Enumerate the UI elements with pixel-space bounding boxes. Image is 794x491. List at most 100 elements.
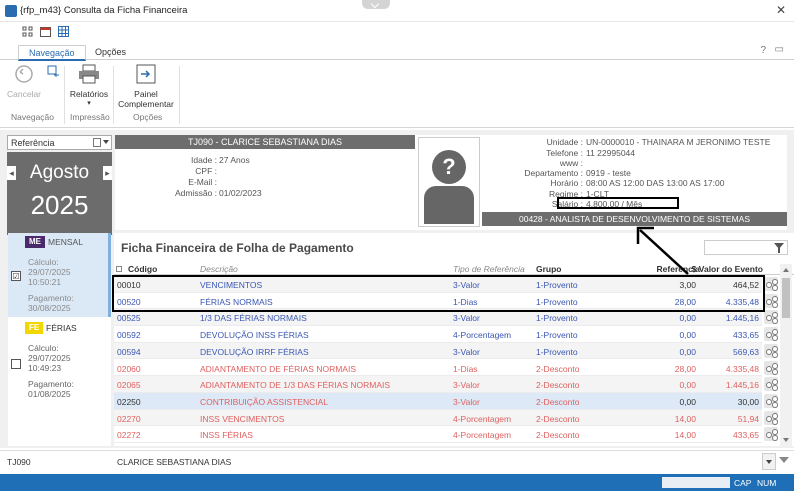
cell-tipo: 1-Dias	[453, 363, 478, 374]
window-title: {rfp_m43} Consulta da Ficha Financeira	[20, 5, 188, 16]
cell-valor: 569,63	[733, 346, 759, 357]
select-all-icon[interactable]	[116, 266, 122, 272]
reports-dropdown-arrow: ▾	[87, 100, 91, 107]
employee-photo: ?	[418, 137, 480, 227]
unidade-value: UN-0000010 - THAINARA M JERONIMO TESTE	[586, 137, 771, 147]
header-descricao[interactable]: Descrição	[200, 264, 238, 274]
cell-valor: 1.445,16	[725, 313, 759, 324]
vertical-scrollbar[interactable]	[780, 264, 792, 446]
cell-codigo: 02060	[117, 363, 141, 374]
collapse-ribbon-icon[interactable]: ▭	[775, 44, 784, 55]
share-icon[interactable]	[764, 310, 778, 325]
cell-grupo: 2-Desconto	[536, 380, 580, 391]
share-icon[interactable]	[764, 393, 778, 408]
main-content: Referência Agosto 2025 ◂ ▸ TJ090 - CLARI…	[0, 130, 794, 448]
cell-codigo: 00525	[117, 313, 141, 324]
cell-tipo: 1-Dias	[453, 296, 478, 307]
folha-ferias[interactable]: FE FÉRIAS Cálculo: 29/07/2025 10:49:23 P…	[8, 319, 111, 401]
grid-icon[interactable]	[58, 26, 69, 37]
share-icon[interactable]	[764, 410, 778, 425]
cell-grupo: 2-Desconto	[536, 396, 580, 407]
reference-select[interactable]: Referência	[7, 135, 112, 150]
cell-tipo: 4-Porcentagem	[453, 430, 512, 441]
tab-opcoes[interactable]: Opções	[85, 45, 136, 61]
folha-ferias-checkbox[interactable]	[11, 359, 21, 369]
table-row[interactable]: 02272 INSS FÉRIAS 4-Porcentagem 2-Desconto 1…	[114, 426, 778, 443]
add-icon[interactable]	[47, 65, 59, 77]
table-row[interactable]: 00525 1/3 DAS FÉRIAS NORMAIS 3-Valor 1-Prov…	[114, 309, 778, 327]
reference-year: 2025	[30, 190, 89, 220]
header-grupo[interactable]: Grupo	[536, 264, 562, 274]
cell-descricao: ADIANTAMENTO DE 1/3 DAS FÉRIAS NORMAIS	[200, 380, 391, 391]
cell-grupo: 2-Desconto	[536, 430, 580, 441]
table-row[interactable]: 02250 CONTRIBUIÇÃO ASSISTENCIAL 3-Valor 2-D…	[114, 392, 778, 410]
next-month-button[interactable]: ▸	[103, 166, 112, 180]
cell-referencia: 0,00	[679, 313, 696, 324]
cell-referencia: 28,00	[674, 363, 696, 374]
header-tipo[interactable]: Tipo de Referência	[453, 264, 525, 274]
scroll-down-icon[interactable]	[783, 438, 789, 442]
title-bar: {rfp_m43} Consulta da Ficha Financeira ✕	[0, 0, 794, 22]
help-icon[interactable]: ?	[760, 45, 766, 56]
folha-mensal[interactable]: ☑ ME MENSAL Cálculo: 29/07/2025 10:50:21…	[8, 233, 111, 317]
share-icon[interactable]	[764, 377, 778, 392]
ribbon-tabs: Navegação Opções ? ▭	[0, 42, 794, 61]
cell-tipo: 3-Valor	[453, 313, 480, 324]
chevron-down-icon[interactable]	[362, 0, 390, 9]
share-icon[interactable]	[764, 277, 778, 291]
employee-name-header: TJ090 - CLARICE SEBASTIANA DIAS	[115, 135, 415, 149]
cancel-label: Cancelar	[6, 89, 42, 99]
cancel-button[interactable]: Cancelar	[6, 64, 42, 99]
header-valor[interactable]: $ Valor do Evento	[692, 264, 763, 274]
folha-badge: ME	[25, 236, 45, 248]
header-codigo[interactable]: Código	[128, 264, 157, 274]
caps-lock-indicator: CAP	[734, 478, 752, 488]
footer-employee-code: TJ090	[7, 457, 31, 467]
cell-descricao: 1/3 DAS FÉRIAS NORMAIS	[200, 313, 307, 324]
share-icon[interactable]	[764, 327, 778, 342]
cell-descricao: DEVOLUÇÃO INSS FÉRIAS	[200, 330, 309, 341]
reference-date: Agosto 2025 ◂ ▸	[7, 152, 112, 235]
filter-icon[interactable]	[774, 243, 784, 253]
table-row[interactable]: 02270 INSS VENCIMENTOS 4-Porcentagem 2-Desc…	[114, 409, 778, 427]
reference-select-label: Referência	[11, 138, 55, 148]
close-icon[interactable]: ✕	[776, 3, 786, 17]
quick-access-toolbar	[0, 22, 794, 42]
panel-complementar-button[interactable]: Painel Complementar	[116, 64, 176, 109]
cell-tipo: 4-Porcentagem	[453, 330, 512, 341]
tab-navegacao[interactable]: Navegação	[18, 45, 86, 61]
num-lock-indicator: NUM	[757, 478, 777, 488]
reports-button[interactable]: Relatórios ▾	[68, 64, 110, 107]
table-row[interactable]: 00592 DEVOLUÇÃO INSS FÉRIAS 4-Porcentagem 1…	[114, 326, 778, 343]
cell-codigo: 02270	[117, 413, 141, 424]
table-row[interactable]: 02060 ADIANTAMENTO DE FÉRIAS NORMAIS 1-Dia…	[114, 360, 778, 377]
table-row[interactable]: 00010 VENCIMENTOS 3-Valor 1-Provento 3,00 464…	[114, 276, 778, 293]
share-icon[interactable]	[764, 343, 778, 358]
table-row[interactable]: 00520 FÉRIAS NORMAIS 1-Dias 1-Provento 28,00…	[114, 293, 778, 310]
scroll-up-icon[interactable]	[783, 268, 789, 272]
folha-mensal-checkbox[interactable]: ☑	[11, 271, 21, 281]
share-icon[interactable]	[764, 360, 778, 375]
filter-icon[interactable]	[779, 457, 789, 463]
unknown-avatar-icon: ?	[432, 150, 466, 184]
scroll-thumb[interactable]	[782, 278, 790, 318]
grid-filter-input[interactable]	[704, 240, 788, 255]
prev-month-button[interactable]: ◂	[7, 166, 16, 180]
layout-icon[interactable]	[22, 26, 33, 37]
share-icon[interactable]	[764, 293, 778, 308]
cell-referencia: 14,00	[674, 413, 696, 424]
folhas-sidebar: ☑ ME MENSAL Cálculo: 29/07/2025 10:50:21…	[8, 233, 111, 446]
footer-employee-name: CLARICE SEBASTIANA DIAS	[117, 457, 232, 467]
footer-bar: TJ090 CLARICE SEBASTIANA DIAS	[0, 450, 794, 472]
table-row[interactable]: 00594 DEVOLUÇÃO IRRF FÉRIAS 3-Valor 1-Prove…	[114, 342, 778, 360]
calendar-icon[interactable]	[40, 26, 51, 37]
cell-referencia: 3,00	[679, 280, 696, 290]
cell-valor: 4.335,48	[725, 363, 759, 374]
pay-date: 01/08/2025	[28, 389, 71, 399]
table-row[interactable]: 02065 ADIANTAMENTO DE 1/3 DAS FÉRIAS NORM…	[114, 376, 778, 393]
undo-icon	[15, 65, 33, 83]
departamento-label: Departamento :	[524, 168, 583, 178]
employee-dropdown-button[interactable]	[762, 453, 776, 470]
cell-descricao: DEVOLUÇÃO IRRF FÉRIAS	[200, 346, 309, 357]
share-icon[interactable]	[764, 427, 778, 442]
